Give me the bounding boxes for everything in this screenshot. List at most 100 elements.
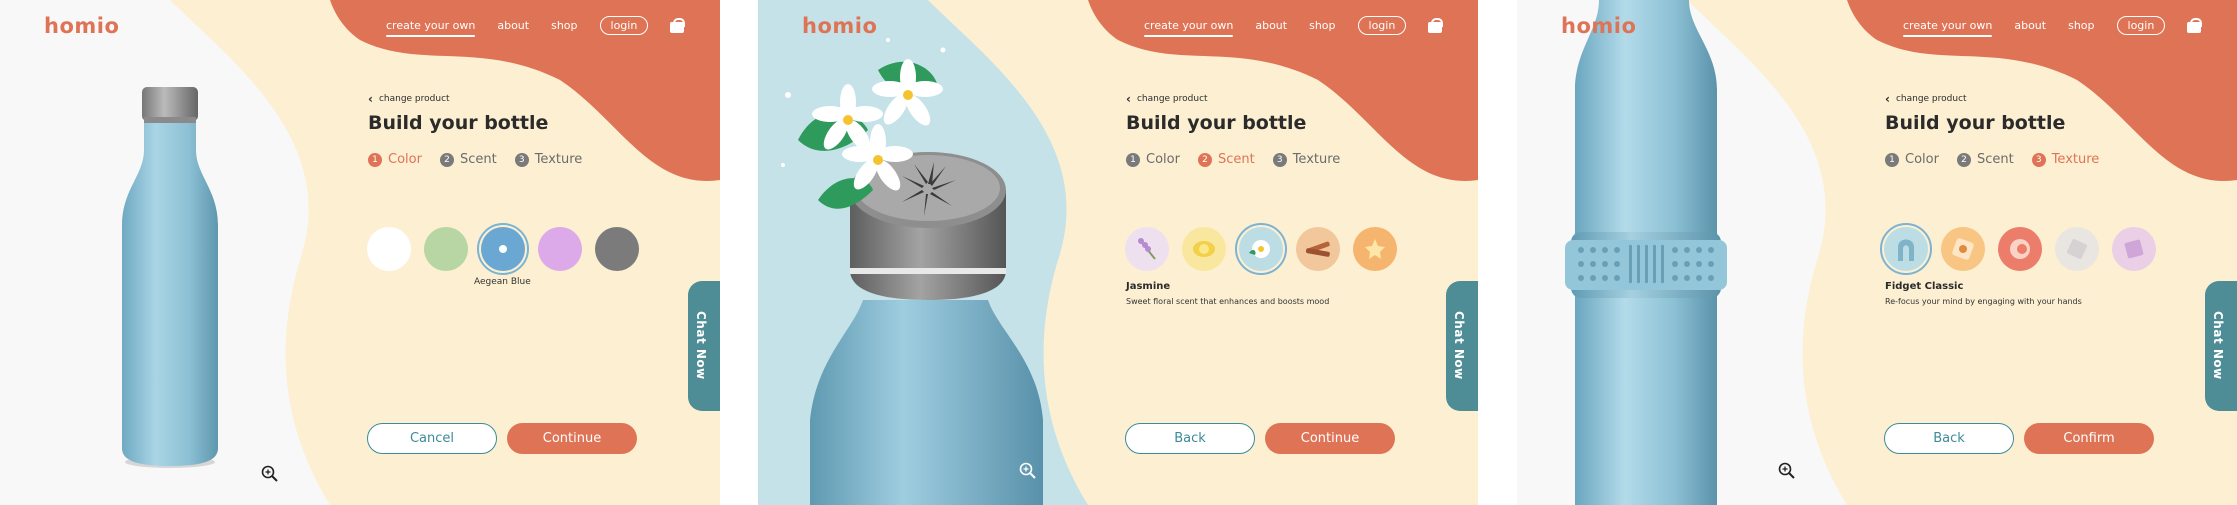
panel-color-step: homio create your own about shop login ‹…	[0, 0, 720, 505]
nav-about[interactable]: about	[1255, 19, 1287, 32]
step-scent[interactable]: 2 Scent	[1956, 152, 2014, 167]
texture-option-4[interactable]	[2055, 227, 2099, 271]
selected-dot	[499, 245, 507, 253]
step-indicator: 1 Color 2 Scent 3 Texture	[368, 152, 668, 167]
step-label: Scent	[1976, 152, 2014, 167]
confirm-button[interactable]: Confirm	[2024, 423, 2154, 454]
shopping-bag-icon[interactable]	[2187, 17, 2203, 33]
chevron-left-icon: ‹	[1126, 92, 1131, 106]
back-button[interactable]: Back	[1884, 423, 2014, 454]
continue-button[interactable]: Continue	[1265, 423, 1395, 454]
login-button[interactable]: login	[599, 15, 649, 35]
cancel-button[interactable]: Cancel	[367, 423, 497, 454]
builder-content: ‹ change product Build your bottle 1 Colo…	[1126, 92, 1426, 167]
change-product-link[interactable]: ‹ change product	[1126, 92, 1426, 106]
cinnamon-icon	[1305, 241, 1330, 257]
change-product-link[interactable]: ‹ change product	[1885, 92, 2185, 106]
lemon-icon	[1193, 241, 1215, 257]
chevron-left-icon: ‹	[1885, 92, 1890, 106]
step-number: 2	[1197, 152, 1212, 167]
brand-logo[interactable]: homio	[802, 14, 877, 38]
scent-jasmine[interactable]	[1235, 223, 1287, 275]
step-indicator: 1 Color 2 Scent 3 Texture	[1885, 152, 2185, 167]
step-texture[interactable]: 3 Texture	[514, 152, 583, 167]
texture-grid-icon	[2067, 239, 2087, 259]
nav-create-your-own[interactable]: create your own	[386, 19, 476, 37]
selected-texture-text: Re-focus your mind by engaging with your…	[1885, 297, 2082, 306]
chevron-left-icon: ‹	[368, 92, 373, 106]
shopping-bag-icon[interactable]	[670, 17, 686, 33]
continue-button[interactable]: Continue	[507, 423, 637, 454]
step-label: Texture	[1292, 152, 1341, 167]
step-number: 2	[1956, 152, 1971, 167]
texture-option-3[interactable]	[1998, 227, 2042, 271]
change-product-label: change product	[1895, 94, 1967, 104]
login-button[interactable]: login	[1357, 15, 1407, 35]
design-showcase: homio create your own about shop login ‹…	[0, 0, 2237, 505]
lavender-icon	[1138, 238, 1156, 260]
top-nav: create your own about shop login	[1903, 14, 2203, 37]
step-number: 3	[1272, 152, 1287, 167]
texture-fidget-classic[interactable]	[1880, 223, 1932, 275]
texture-option-2[interactable]	[1941, 227, 1985, 271]
builder-content: ‹ change product Build your bottle 1 Colo…	[1885, 92, 2185, 167]
nav-shop[interactable]: shop	[551, 19, 577, 32]
swatch-white[interactable]	[367, 227, 411, 271]
nav-about[interactable]: about	[497, 19, 529, 32]
login-button[interactable]: login	[2116, 15, 2166, 35]
chat-now-tab[interactable]: Chat Now	[688, 281, 720, 411]
step-color[interactable]: 1 Color	[1885, 152, 1939, 167]
brand-logo[interactable]: homio	[1561, 14, 1636, 38]
nav-create-your-own[interactable]: create your own	[1144, 19, 1234, 37]
page-title: Build your bottle	[1126, 112, 1307, 134]
swatch-lilac[interactable]	[538, 227, 582, 271]
nav-shop[interactable]: shop	[1309, 19, 1335, 32]
step-label: Texture	[534, 152, 583, 167]
change-product-link[interactable]: ‹ change product	[368, 92, 668, 106]
nav-create-your-own[interactable]: create your own	[1903, 19, 1993, 37]
brand-logo[interactable]: homio	[44, 14, 119, 38]
scent-lavender[interactable]	[1125, 227, 1169, 271]
step-scent[interactable]: 2 Scent	[1197, 152, 1255, 167]
vanilla-icon	[1365, 239, 1385, 259]
step-label: Scent	[459, 152, 497, 167]
chat-now-tab[interactable]: Chat Now	[1446, 281, 1478, 411]
chat-now-label: Chat Now	[1452, 311, 1466, 380]
top-nav: create your own about shop login	[386, 14, 686, 37]
step-texture[interactable]: 3 Texture	[2031, 152, 2099, 167]
step-number: 3	[2031, 152, 2046, 167]
step-color[interactable]: 1 Color	[368, 152, 422, 167]
scent-cinnamon[interactable]	[1296, 227, 1340, 271]
top-nav: create your own about shop login	[1144, 14, 1444, 37]
swatch-green[interactable]	[424, 227, 468, 271]
shopping-bag-icon[interactable]	[1428, 17, 1444, 33]
zoom-in-icon[interactable]	[1778, 462, 1796, 480]
selected-scent-name: Jasmine	[1126, 281, 1171, 292]
nav-about[interactable]: about	[2014, 19, 2046, 32]
step-label: Color	[1146, 152, 1180, 167]
step-scent[interactable]: 2 Scent	[439, 152, 497, 167]
scent-vanilla[interactable]	[1353, 227, 1397, 271]
zoom-in-icon[interactable]	[261, 465, 279, 483]
step-number: 2	[439, 152, 454, 167]
step-label: Scent	[1217, 152, 1255, 167]
swatch-grey[interactable]	[595, 227, 639, 271]
step-color[interactable]: 1 Color	[1126, 152, 1180, 167]
back-button[interactable]: Back	[1125, 423, 1255, 454]
step-number: 1	[1126, 152, 1140, 167]
nav-shop[interactable]: shop	[2068, 19, 2094, 32]
swatch-aegean-blue[interactable]	[477, 223, 529, 275]
scent-lemon[interactable]	[1182, 227, 1226, 271]
selected-scent-text: Sweet floral scent that enhances and boo…	[1126, 297, 1330, 306]
chat-now-tab[interactable]: Chat Now	[2205, 281, 2237, 411]
step-number: 1	[1885, 152, 1899, 167]
zoom-in-icon[interactable]	[1019, 462, 1037, 480]
step-indicator: 1 Color 2 Scent 3 Texture	[1126, 152, 1426, 167]
texture-options	[1880, 223, 2156, 275]
panel-scent-step: homio create your own about shop login ‹…	[758, 0, 1478, 505]
step-texture[interactable]: 3 Texture	[1272, 152, 1341, 167]
texture-option-5[interactable]	[2112, 227, 2156, 271]
change-product-label: change product	[1136, 94, 1208, 104]
color-swatches	[367, 223, 639, 275]
page-title: Build your bottle	[1885, 112, 2066, 134]
